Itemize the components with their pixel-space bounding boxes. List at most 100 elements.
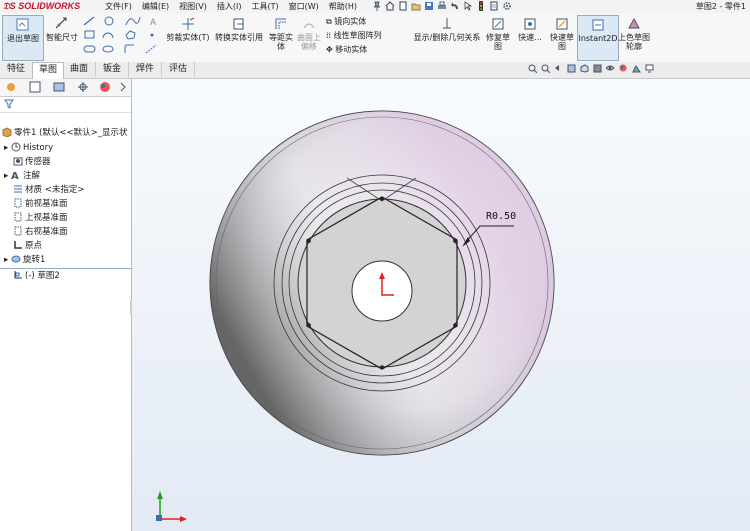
offset-icon [273,16,289,32]
plane-icon [13,198,23,208]
triad-icon [156,491,187,522]
radius-dimension[interactable]: R0.50 [486,211,516,222]
display-relations-label: 显示/删除几何关系 [413,33,481,42]
surface-offset-icon [301,16,317,32]
hide-show-items-icon[interactable] [605,64,615,73]
quick-snaps-button[interactable]: 快速... [515,15,545,59]
tree-item-origin[interactable]: 原点 [13,240,42,253]
convert-entities-button[interactable]: 转换实体引用 [212,15,266,59]
graphics-area[interactable]: R0.50 [132,79,750,531]
section-view-icon[interactable] [567,64,576,73]
tree-item-sketch2[interactable]: (-) 草图2 [13,270,60,283]
shaded-contours-label: 上色草图轮廓 [618,33,650,51]
tab-surfaces[interactable]: 曲面 [63,62,96,77]
display-manager-tab-icon[interactable] [98,81,112,93]
divider [0,112,131,113]
spline-icon [125,16,141,26]
options-gear-icon[interactable] [502,1,512,11]
display-style-icon[interactable] [593,64,602,73]
tab-evaluate[interactable]: 评估 [162,62,195,77]
tab-sheet-metal[interactable]: 钣金 [96,62,129,77]
exit-sketch-label: 退出草图 [7,34,39,43]
save-icon[interactable] [424,1,434,11]
surface-offset-label: 曲面上偏移 [297,33,321,51]
print-icon[interactable] [437,1,447,11]
tree-item-material[interactable]: 材质 <未指定> [13,184,84,197]
chevron-right-icon[interactable] [118,81,132,93]
feature-manager-tab-icon[interactable] [4,81,18,93]
exit-sketch-button[interactable]: 退出草图 [2,15,44,61]
menu-tools[interactable]: 工具(T) [246,0,283,13]
expand-arrow-icon: ▸ [4,255,11,265]
move-entities-button[interactable]: ✥ 移动实体 [326,45,367,55]
heads-up-view-toolbar [528,64,654,74]
tree-item-annotations[interactable]: ▸ A 注解 [4,170,40,183]
menu-view[interactable]: 视图(V) [174,0,212,13]
tree-item-revolve[interactable]: ▸ 旋转1 [4,254,45,267]
tree-item-front-plane[interactable]: 前视基准面 [13,198,68,211]
filter-icon[interactable] [4,99,14,112]
tree-item-right-plane[interactable]: 右视基准面 [13,226,68,239]
circle-icon [104,16,114,26]
smart-dimension-button[interactable]: 智能尺寸 [44,15,80,59]
sketch2-label: (-) 草图2 [25,271,60,281]
surface-offset-button[interactable]: 曲面上偏移 [296,15,322,59]
menu-insert[interactable]: 插入(I) [212,0,247,13]
rollback-bar[interactable] [0,268,131,269]
repair-sketch-label: 修复草图 [486,33,510,51]
offset-entities-button[interactable]: 等距实体 [268,15,294,59]
tab-sketch[interactable]: 草图 [32,62,64,79]
trim-entities-button[interactable]: 剪裁实体(T) [166,15,210,59]
property-manager-tab-icon[interactable] [28,81,42,93]
quick-access-toolbar [372,1,512,12]
slot-icon [83,45,96,53]
traffic-light-icon[interactable] [476,1,486,11]
tree-root-part[interactable]: 零件1 (默认<<默认>_显示状 [2,127,128,140]
instant2d-button[interactable]: Instant2D [577,15,619,61]
repair-sketch-icon [490,16,506,32]
linear-pattern-label: 线性草图阵列 [333,31,382,40]
menu-window[interactable]: 窗口(W) [284,0,324,13]
home-icon[interactable] [385,1,395,11]
quick-snaps-label: 快速... [518,33,542,42]
repair-sketch-button[interactable]: 修复草图 [484,15,512,59]
tree-item-sensors[interactable]: 传感器 [13,156,51,169]
mirror-entities-button[interactable]: ⧉ 镜向实体 [326,17,366,27]
revolve-label: 旋转1 [22,255,46,265]
rapid-sketch-button[interactable]: 快速草图 [548,15,576,59]
pin-icon[interactable] [372,1,382,11]
menu-file[interactable]: 文件(F) [100,0,137,13]
display-relations-button[interactable]: 显示/删除几何关系 [412,15,482,59]
zoom-area-icon[interactable] [541,64,551,74]
previous-view-icon[interactable] [554,64,563,73]
view-settings-icon[interactable] [645,64,654,73]
document-icon[interactable] [489,1,499,11]
new-document-icon[interactable] [398,1,408,11]
edit-appearance-icon[interactable] [619,64,628,73]
sensors-label: 传感器 [25,157,51,167]
tab-features[interactable]: 特征 [0,62,33,77]
dimxpert-tab-icon[interactable] [76,81,90,93]
shaded-sketch-contours-button[interactable]: 上色草图轮廓 [618,15,650,59]
ellipse-icon [102,45,114,53]
sketch-icon [13,270,23,280]
trim-label: 剪裁实体(T) [166,33,210,42]
undo-icon[interactable] [450,1,460,11]
menu-edit[interactable]: 编辑(E) [137,0,174,13]
zoom-to-fit-icon[interactable] [528,64,538,74]
sketch-entities-group: A [82,15,162,59]
open-folder-icon[interactable] [411,1,421,11]
convert-label: 转换实体引用 [215,33,263,42]
tab-weldments[interactable]: 焊件 [129,62,162,77]
configuration-manager-tab-icon[interactable] [52,81,66,93]
menu-help[interactable]: 帮助(H) [324,0,362,13]
tree-item-top-plane[interactable]: 上视基准面 [13,212,68,225]
linear-pattern-button[interactable]: ⁞⁞ 线性草图阵列 [326,31,382,41]
solidworks-logo[interactable]: 𝔇S SOLIDWORKS [3,0,80,13]
tree-item-history[interactable]: ▸ History [4,142,53,155]
view-orientation-icon[interactable] [580,64,589,73]
origin-label: 原点 [25,241,43,251]
trim-icon [180,16,196,32]
select-cursor-icon[interactable] [463,1,473,11]
apply-scene-icon[interactable] [632,64,641,73]
